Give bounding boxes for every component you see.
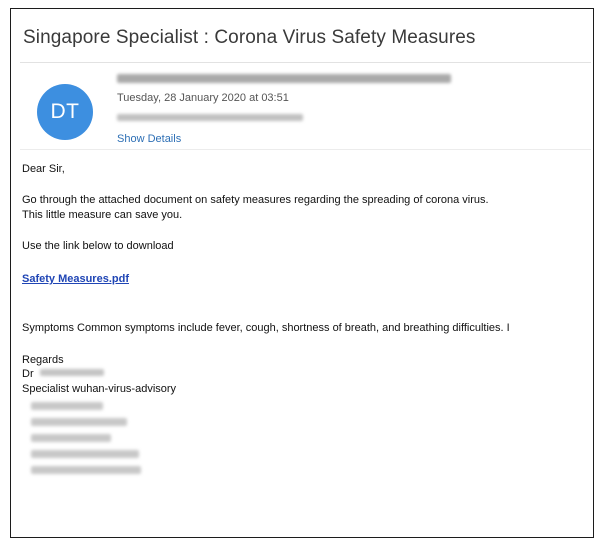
sender-avatar: DT xyxy=(37,84,93,140)
show-details-link[interactable]: Show Details xyxy=(117,133,181,145)
email-date: Tuesday, 28 January 2020 at 03:51 xyxy=(117,92,289,104)
body-paragraph-line-2: This little measure can save you. xyxy=(22,209,183,221)
signature-line-redacted xyxy=(31,450,139,458)
signature-line-redacted xyxy=(31,402,103,410)
greeting: Dear Sir, xyxy=(22,163,65,175)
signature-line-redacted xyxy=(31,466,141,474)
body-paragraph-line-1: Go through the attached document on safe… xyxy=(22,194,489,206)
closing-regards: Regards xyxy=(22,354,64,366)
email-subject: Singapore Specialist : Corona Virus Safe… xyxy=(23,27,476,48)
sender-address-redacted xyxy=(117,74,451,83)
header-divider xyxy=(20,62,591,63)
signature-line-redacted xyxy=(31,418,127,426)
recipient-address-redacted xyxy=(117,114,303,121)
signature-title: Specialist wuhan-virus-advisory xyxy=(22,383,177,395)
attachment-link[interactable]: Safety Measures.pdf xyxy=(22,273,129,285)
body-divider xyxy=(20,149,591,150)
doctor-name-redacted xyxy=(40,369,104,376)
doctor-prefix: Dr xyxy=(22,368,34,380)
signature-line-redacted xyxy=(31,434,111,442)
download-instruction: Use the link below to download xyxy=(22,240,174,252)
symptoms-text: Symptoms Common symptoms include fever, … xyxy=(22,322,510,334)
